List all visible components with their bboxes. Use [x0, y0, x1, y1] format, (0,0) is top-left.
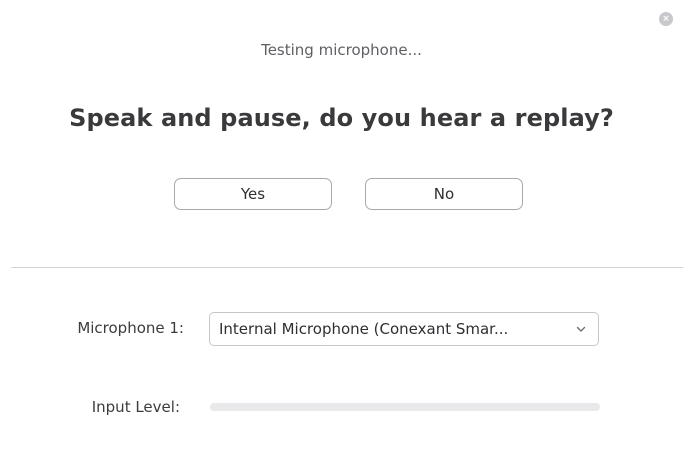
input-level-label: Input Level: — [91, 398, 180, 416]
chevron-down-icon — [576, 326, 586, 332]
yes-button[interactable]: Yes — [174, 178, 332, 210]
microphone-selected-value: Internal Microphone (Conexant Smar... — [219, 320, 509, 338]
microphone-select[interactable]: Internal Microphone (Conexant Smar... — [209, 312, 599, 346]
close-button[interactable]: × — [659, 12, 673, 26]
status-text: Testing microphone... — [261, 41, 422, 59]
test-microphone-dialog: × Testing microphone... Speak and pause,… — [0, 0, 683, 459]
divider — [11, 267, 683, 268]
input-level-meter — [210, 403, 600, 411]
microphone-label: Microphone 1: — [77, 319, 184, 337]
close-icon: × — [662, 14, 670, 24]
no-button[interactable]: No — [365, 178, 523, 210]
replay-question: Speak and pause, do you hear a replay? — [69, 104, 614, 132]
